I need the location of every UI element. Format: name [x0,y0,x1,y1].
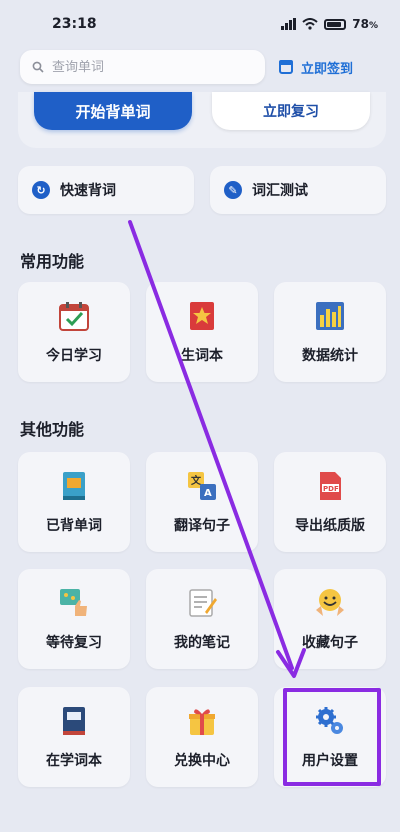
signin-label: 立即签到 [301,61,354,77]
quick-memorize-button[interactable]: ↻ 快速背词 [18,166,194,214]
tile-learned-words[interactable]: 已背单词 [18,452,130,552]
thumbs-up-icon [60,589,87,616]
quick-memorize-label: 快速背词 [60,183,116,199]
battery-unit: % [368,21,378,31]
tile-label: 生词本 [181,348,223,364]
notepad-icon [189,589,217,617]
tile-favorite-sentences[interactable]: 收藏句子 [274,569,386,669]
tile-my-notes[interactable]: 我的笔记 [146,569,258,669]
start-memorize-button[interactable]: 开始背单词 [34,92,192,130]
search-bar[interactable] [20,50,265,84]
tile-label: 数据统计 [302,348,358,364]
tile-label: 已背单词 [46,518,102,534]
tile-label: 等待复习 [46,635,102,651]
battery-level: 78% [352,17,378,31]
tile-label: 用户设置 [302,753,358,769]
tile-current-wordbook[interactable]: 在学词本 [18,687,130,787]
signal-icon [281,18,297,30]
speed-icon: ↻ [32,181,50,199]
book-icon [63,472,85,500]
tile-data-stats[interactable]: 数据统计 [274,282,386,382]
vocab-test-label: 词汇测试 [252,183,308,199]
review-now-button[interactable]: 立即复习 [212,92,370,130]
tile-export-paper[interactable]: PDF 导出纸质版 [274,452,386,552]
tile-user-settings[interactable]: 用户设置 [274,687,386,787]
search-icon [32,61,44,73]
calendar-check-icon [59,302,89,331]
tile-label: 翻译句子 [174,518,230,534]
svg-text:A: A [204,488,212,499]
tile-new-words[interactable]: 生词本 [146,282,258,382]
battery-icon [324,18,347,30]
status-time: 23:18 [52,16,97,32]
bar-chart-icon [316,302,344,330]
section-title-other: 其他功能 [20,420,85,439]
tile-today-study[interactable]: 今日学习 [18,282,130,382]
signin-button[interactable]: 立即签到 [279,58,353,77]
vocab-test-button[interactable]: ✎ 词汇测试 [210,166,386,214]
bookmark-star-icon [190,302,214,330]
tile-pending-review[interactable]: 等待复习 [18,569,130,669]
wrench-icon: ✎ [224,181,242,199]
tile-label: 在学词本 [46,753,102,769]
section-title-common: 常用功能 [20,252,85,271]
tile-label: 兑换中心 [174,753,230,769]
top-row: 立即签到 [20,50,380,84]
tile-redeem-center[interactable]: 兑换中心 [146,687,258,787]
gift-icon [189,709,215,735]
battery-value: 78 [352,17,369,31]
wifi-icon [302,18,318,30]
calendar-icon [279,60,293,74]
gears-icon [316,707,343,734]
tile-label: 导出纸质版 [295,518,365,534]
tile-label: 收藏句子 [302,635,358,651]
translate-icon: 文A [188,472,216,500]
smile-icon [316,589,344,616]
search-input[interactable] [52,59,232,75]
pdf-icon: PDF [320,472,341,500]
tile-translate[interactable]: 文A 翻译句子 [146,452,258,552]
status-icons: 78% [281,17,378,31]
svg-text:PDF: PDF [323,485,339,493]
status-bar: 23:18 78% [0,0,400,48]
dictionary-icon [63,707,85,735]
tile-label: 今日学习 [46,348,102,364]
tile-label: 我的笔记 [174,635,230,651]
